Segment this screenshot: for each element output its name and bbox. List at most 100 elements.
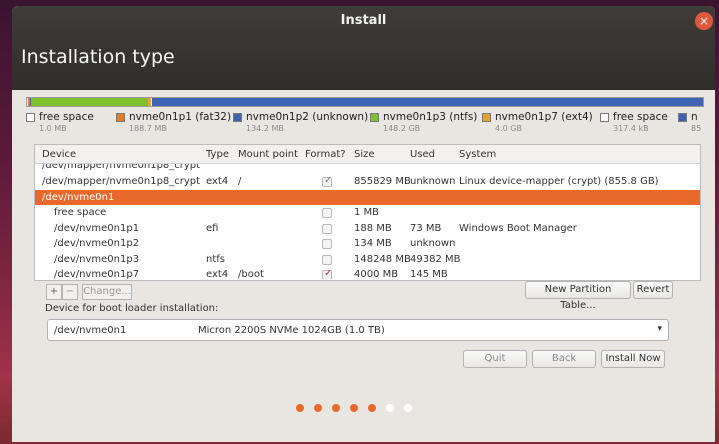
table-row[interactable]: /dev/mapper/nvme0n1p8_crypt xyxy=(35,164,700,174)
partition-legend: free space 1.0 MB nvme0n1p1 (fat32) 188.7 M… xyxy=(26,111,710,139)
cell-type: efi xyxy=(206,222,219,234)
legend-label: nvme0n1p3 (ntfs) xyxy=(383,111,478,123)
window-title: Install xyxy=(340,13,387,28)
partition-bar xyxy=(26,97,704,107)
legend-swatch xyxy=(233,112,242,122)
boot-loader-device: /dev/nvme0n1 xyxy=(54,325,127,336)
legend-swatch xyxy=(600,112,609,122)
table-header: Device Type Mount point Format? Size Use… xyxy=(35,145,700,164)
cell-mount: /boot xyxy=(238,269,264,279)
cell-size: 134 MB xyxy=(354,238,392,249)
column-header-system[interactable]: System xyxy=(459,149,496,160)
cell-system: Linux device-mapper (crypt) (855.8 GB) xyxy=(459,176,659,187)
cell-used: unknown xyxy=(410,176,456,187)
table-body: /dev/mapper/nvme0n1p8_crypt/dev/mapper/n… xyxy=(35,164,700,279)
progress-dot xyxy=(368,404,376,412)
add-partition-button[interactable]: + xyxy=(46,284,62,300)
format-checkbox[interactable] xyxy=(322,254,332,265)
installer-window: Install × Installation type free space 1.… xyxy=(12,6,715,442)
install-now-button[interactable]: Install Now xyxy=(601,350,665,368)
remove-partition-button[interactable]: − xyxy=(62,284,78,300)
legend-item: nvme0n1p3 (ntfs) 148.2 GB xyxy=(370,111,477,133)
legend-item: nvme0n1p1 (fat32) 188.7 MB xyxy=(116,111,231,133)
format-checkbox[interactable] xyxy=(322,208,332,218)
legend-size: 317.4 kB xyxy=(613,124,649,133)
column-header-mount[interactable]: Mount point xyxy=(238,149,298,160)
progress-dots xyxy=(296,404,412,412)
column-header-used[interactable]: Used xyxy=(410,149,435,160)
revert-button[interactable]: Revert xyxy=(633,281,673,299)
table-row[interactable]: /dev/nvme0n1p1 efi 188 MB 73 MB Windows Boot… xyxy=(35,221,700,237)
back-button[interactable]: Back xyxy=(532,350,596,368)
legend-item: n 85 xyxy=(678,111,701,133)
cell-used: unknown xyxy=(410,238,456,249)
cell-device: /dev/nvme0n1p2 xyxy=(54,238,140,249)
column-header-device[interactable]: Device xyxy=(42,149,76,160)
cell-device: /dev/nvme0n1 xyxy=(42,191,115,203)
progress-dot xyxy=(296,404,304,412)
quit-button[interactable]: Quit xyxy=(463,350,527,368)
boot-loader-description: Micron 2200S NVMe 1024GB (1.0 TB) xyxy=(198,325,385,336)
table-row[interactable]: free space 1 MB xyxy=(35,205,700,221)
legend-size: 134.2 MB xyxy=(246,124,284,133)
change-partition-button[interactable]: Change... xyxy=(82,284,132,300)
column-header-type[interactable]: Type xyxy=(206,149,229,160)
table-row[interactable]: /dev/nvme0n1p7 ext4/boot 4000 MB 145 MB xyxy=(35,267,700,279)
legend-item: nvme0n1p7 (ext4) 4.0 GB xyxy=(482,111,593,133)
cell-device: /dev/mapper/nvme0n1p8_crypt xyxy=(42,164,201,171)
partition-table[interactable]: Device Type Mount point Format? Size Use… xyxy=(34,144,701,281)
new-partition-table-button[interactable]: New Partition Table... xyxy=(525,281,631,311)
cell-device: /dev/mapper/nvme0n1p8_crypt xyxy=(42,176,201,187)
progress-dot xyxy=(314,404,322,412)
cell-size: 188 MB xyxy=(354,222,392,234)
legend-label: nvme0n1p2 (unknown) xyxy=(246,111,369,123)
table-row[interactable]: /dev/nvme0n1 xyxy=(35,189,700,205)
table-row[interactable]: /dev/nvme0n1p2 134 MB unknown xyxy=(35,236,700,252)
cell-size: 4000 MB xyxy=(354,269,399,279)
legend-label: free space xyxy=(39,111,94,123)
legend-size: 1.0 MB xyxy=(39,124,67,133)
legend-swatch xyxy=(482,112,491,122)
legend-swatch xyxy=(370,112,379,122)
legend-size: 148.2 GB xyxy=(383,124,421,133)
chevron-down-icon: ▾ xyxy=(657,324,662,334)
legend-swatch xyxy=(678,112,687,122)
format-checkbox[interactable] xyxy=(322,239,332,249)
legend-label: nvme0n1p1 (fat32) xyxy=(129,111,232,123)
legend-size: 188.7 MB xyxy=(129,124,167,133)
cell-used: 49382 MB xyxy=(410,253,461,265)
column-header-size[interactable]: Size xyxy=(354,149,375,160)
cell-used: 145 MB xyxy=(410,269,448,279)
legend-label: nvme0n1p7 (ext4) xyxy=(495,111,593,123)
title-bar: Install × Installation type xyxy=(12,6,715,90)
close-icon[interactable]: × xyxy=(695,12,713,30)
format-checkbox[interactable] xyxy=(322,268,332,279)
cell-mount: / xyxy=(238,176,242,187)
boot-loader-label: Device for boot loader installation: xyxy=(45,303,219,314)
progress-dot xyxy=(404,404,412,412)
partition-bar-segment xyxy=(152,98,703,106)
progress-dot xyxy=(350,404,358,412)
format-checkbox[interactable] xyxy=(322,175,332,187)
cell-device: /dev/nvme0n1p7 xyxy=(54,269,140,279)
page-title: Installation type xyxy=(21,46,175,68)
cell-size: 1 MB xyxy=(354,207,380,218)
table-row[interactable]: /dev/mapper/nvme0n1p8_crypt ext4 / 855829 M… xyxy=(35,174,700,190)
legend-label: n xyxy=(691,111,698,123)
progress-dot xyxy=(332,404,340,412)
legend-size: 4.0 GB xyxy=(495,124,522,133)
legend-item: free space 317.4 kB xyxy=(600,111,668,133)
cell-size: 855829 MB xyxy=(354,176,411,187)
cell-system: Windows Boot Manager xyxy=(459,222,577,234)
format-checkbox[interactable] xyxy=(322,223,332,234)
progress-dot xyxy=(386,404,394,412)
table-row[interactable]: /dev/nvme0n1p3 ntfs 148248 MB 49382 MB xyxy=(35,252,700,268)
legend-size: 85 xyxy=(691,124,702,133)
cell-device: free space xyxy=(54,207,107,218)
partition-bar-segment xyxy=(31,98,148,106)
legend-item: free space 1.0 MB xyxy=(26,111,94,133)
column-header-format[interactable]: Format? xyxy=(305,149,346,160)
cell-type: ntfs xyxy=(206,253,225,265)
legend-swatch xyxy=(26,112,35,122)
boot-loader-select[interactable]: /dev/nvme0n1 Micron 2200S NVMe 1024GB (1… xyxy=(47,319,669,341)
